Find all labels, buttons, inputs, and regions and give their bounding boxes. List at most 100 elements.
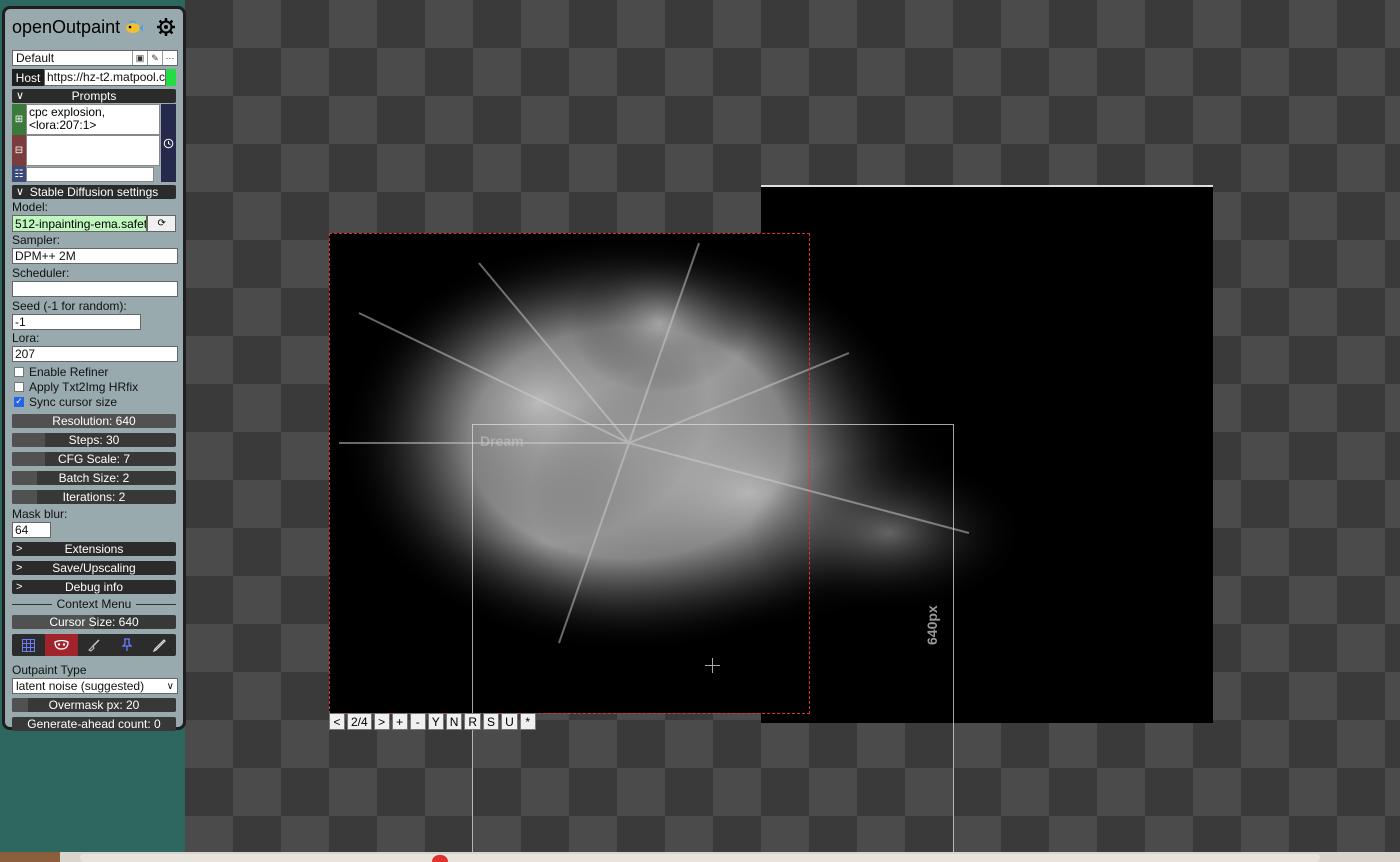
save-button[interactable]: S [483,713,500,730]
mask-blur-input[interactable]: 64 [12,522,51,538]
sampler-label: Sampler: [12,233,61,247]
debug-info-section-header[interactable]: > Debug info [12,580,176,594]
result-nav-bar: < 2/4 > + - Y N R S U * [329,713,536,730]
gear-icon[interactable] [156,17,176,37]
iterations-label: Iterations: 2 [62,490,126,504]
preset-selector[interactable]: Default ▣ ✎ ⋯ [12,50,178,66]
generate-ahead-label: Generate-ahead count: 0 [27,717,161,731]
save-preset-icon[interactable]: ▣ [132,51,147,65]
cursor-size-slider[interactable]: Cursor Size: 640 [12,615,176,629]
checkbox-box[interactable] [14,366,24,377]
remove-result-button[interactable]: - [409,713,426,730]
positive-prompt-icon: ⊞ [12,104,26,135]
cfg-scale-slider[interactable]: CFG Scale: 7 [12,452,176,466]
generate-ahead-slider[interactable]: Generate-ahead count: 0 [12,717,176,731]
cursor-size-label: 640px [924,605,940,645]
prompts-section-label: Prompts [71,89,117,103]
apply-hrfix-label: Apply Txt2Img HRfix [29,379,139,394]
dock-thumb [80,854,1320,862]
enable-refiner-checkbox[interactable]: Enable Refiner [12,364,176,379]
sync-cursor-size-checkbox[interactable]: ✓ Sync cursor size [12,394,176,409]
chevron-right-icon: > [16,562,23,574]
negative-prompt-input[interactable] [26,135,160,166]
accept-button[interactable]: Y [427,713,444,730]
styles-icon[interactable]: ☷ [12,166,26,182]
refresh-models-icon[interactable]: ⟳ [147,215,176,232]
seed-input[interactable]: -1 [12,314,141,330]
pin-icon[interactable] [110,634,143,656]
sd-settings-section-header[interactable]: ∨ Stable Diffusion settings [12,185,176,199]
resource-button[interactable]: R [464,713,482,730]
prompts-area: ⊞ ⊟ ☷ cpc explosion, <lora:207:1> [12,104,176,182]
more-options-icon[interactable]: ⋯ [162,51,177,65]
result-counter: 2/4 [347,713,372,730]
outpaint-type-label: Outpaint Type [12,663,87,677]
sd-settings-label: Stable Diffusion settings [29,185,159,199]
mask-blur-label: Mask blur: [12,507,68,521]
save-upscaling-section-header[interactable]: > Save/Upscaling [12,561,176,575]
star-button[interactable]: * [519,713,536,730]
apply-hrfix-checkbox[interactable]: Apply Txt2Img HRfix [12,379,176,394]
seed-label: Seed (-1 for random): [12,299,127,313]
positive-prompt-input[interactable]: cpc explosion, <lora:207:1> [26,104,160,135]
debug-info-label: Debug info [64,580,124,594]
grid-icon[interactable] [12,634,45,656]
overmask-slider[interactable]: Overmask px: 20 [12,698,176,712]
enable-refiner-label: Enable Refiner [29,364,109,379]
bottom-dock [0,852,1400,862]
reject-button[interactable]: N [445,713,463,730]
settings-panel: openOutpaint Default ▣ ✎ ⋯ Host https://… [2,6,186,731]
scheduler-label: Scheduler: [12,266,70,280]
rename-preset-icon[interactable]: ✎ [147,51,162,65]
resolution-slider[interactable]: Resolution: 640 [12,414,176,428]
sync-cursor-label: Sync cursor size [29,394,118,409]
prompts-section-header[interactable]: ∨ Prompts [12,89,176,103]
checkbox-checked-icon[interactable]: ✓ [14,396,24,407]
dream-cursor-box[interactable] [472,424,954,862]
host-label: Host [12,69,44,86]
iterations-slider[interactable]: Iterations: 2 [12,490,176,504]
upscale-button[interactable]: U [501,713,518,730]
mask-icon[interactable] [44,634,78,656]
sampler-input[interactable]: DPM++ 2M [12,248,178,264]
next-result-button[interactable]: > [373,713,390,730]
fish-logo-icon [126,20,144,33]
save-upscaling-label: Save/Upscaling [52,561,136,575]
dock-red-dot [432,855,448,862]
steps-label: Steps: 30 [68,433,120,447]
chevron-right-icon: > [16,543,23,555]
batch-size-slider[interactable]: Batch Size: 2 [12,471,176,485]
extensions-label: Extensions [64,542,124,556]
lora-input[interactable]: 207 [12,346,178,362]
prompt-history-icon[interactable] [161,104,176,182]
steps-slider[interactable]: Steps: 30 [12,433,176,447]
outpaint-type-select[interactable]: latent noise (suggested) ∨ [12,678,178,694]
extensions-section-header[interactable]: > Extensions [12,542,176,556]
styles-input[interactable] [26,167,154,182]
chevron-down-icon: ∨ [16,90,25,102]
host-url-input[interactable]: https://hz-t2.matpool.com [44,69,166,86]
more-results-button[interactable]: + [391,713,408,730]
overmask-label: Overmask px: 20 [48,698,140,712]
context-menu-label: Context Menu [56,597,132,611]
model-input[interactable]: 512-inpainting-ema.safetensors [12,215,148,232]
negative-prompt-icon: ⊟ [12,135,26,166]
outpaint-type-value: latent noise (suggested) [16,679,145,693]
scheduler-input[interactable] [12,281,178,297]
prev-result-button[interactable]: < [329,713,345,730]
preset-name[interactable]: Default [13,51,132,65]
lora-label: Lora: [12,331,40,345]
dream-label: Dream [480,433,524,449]
resolution-label: Resolution: 640 [52,414,136,428]
chevron-right-icon: > [16,581,23,593]
pencil-icon[interactable] [143,634,176,656]
context-menu-divider: Context Menu [12,597,176,611]
chevron-down-icon: ∨ [16,186,25,198]
model-label: Model: [12,200,49,214]
cfg-scale-label: CFG Scale: 7 [57,452,131,466]
brush-icon[interactable] [78,634,111,656]
crosshair-icon [705,658,720,673]
checkbox-box[interactable] [14,381,24,392]
dock-edge [0,852,60,862]
app-title: openOutpaint [12,17,144,38]
